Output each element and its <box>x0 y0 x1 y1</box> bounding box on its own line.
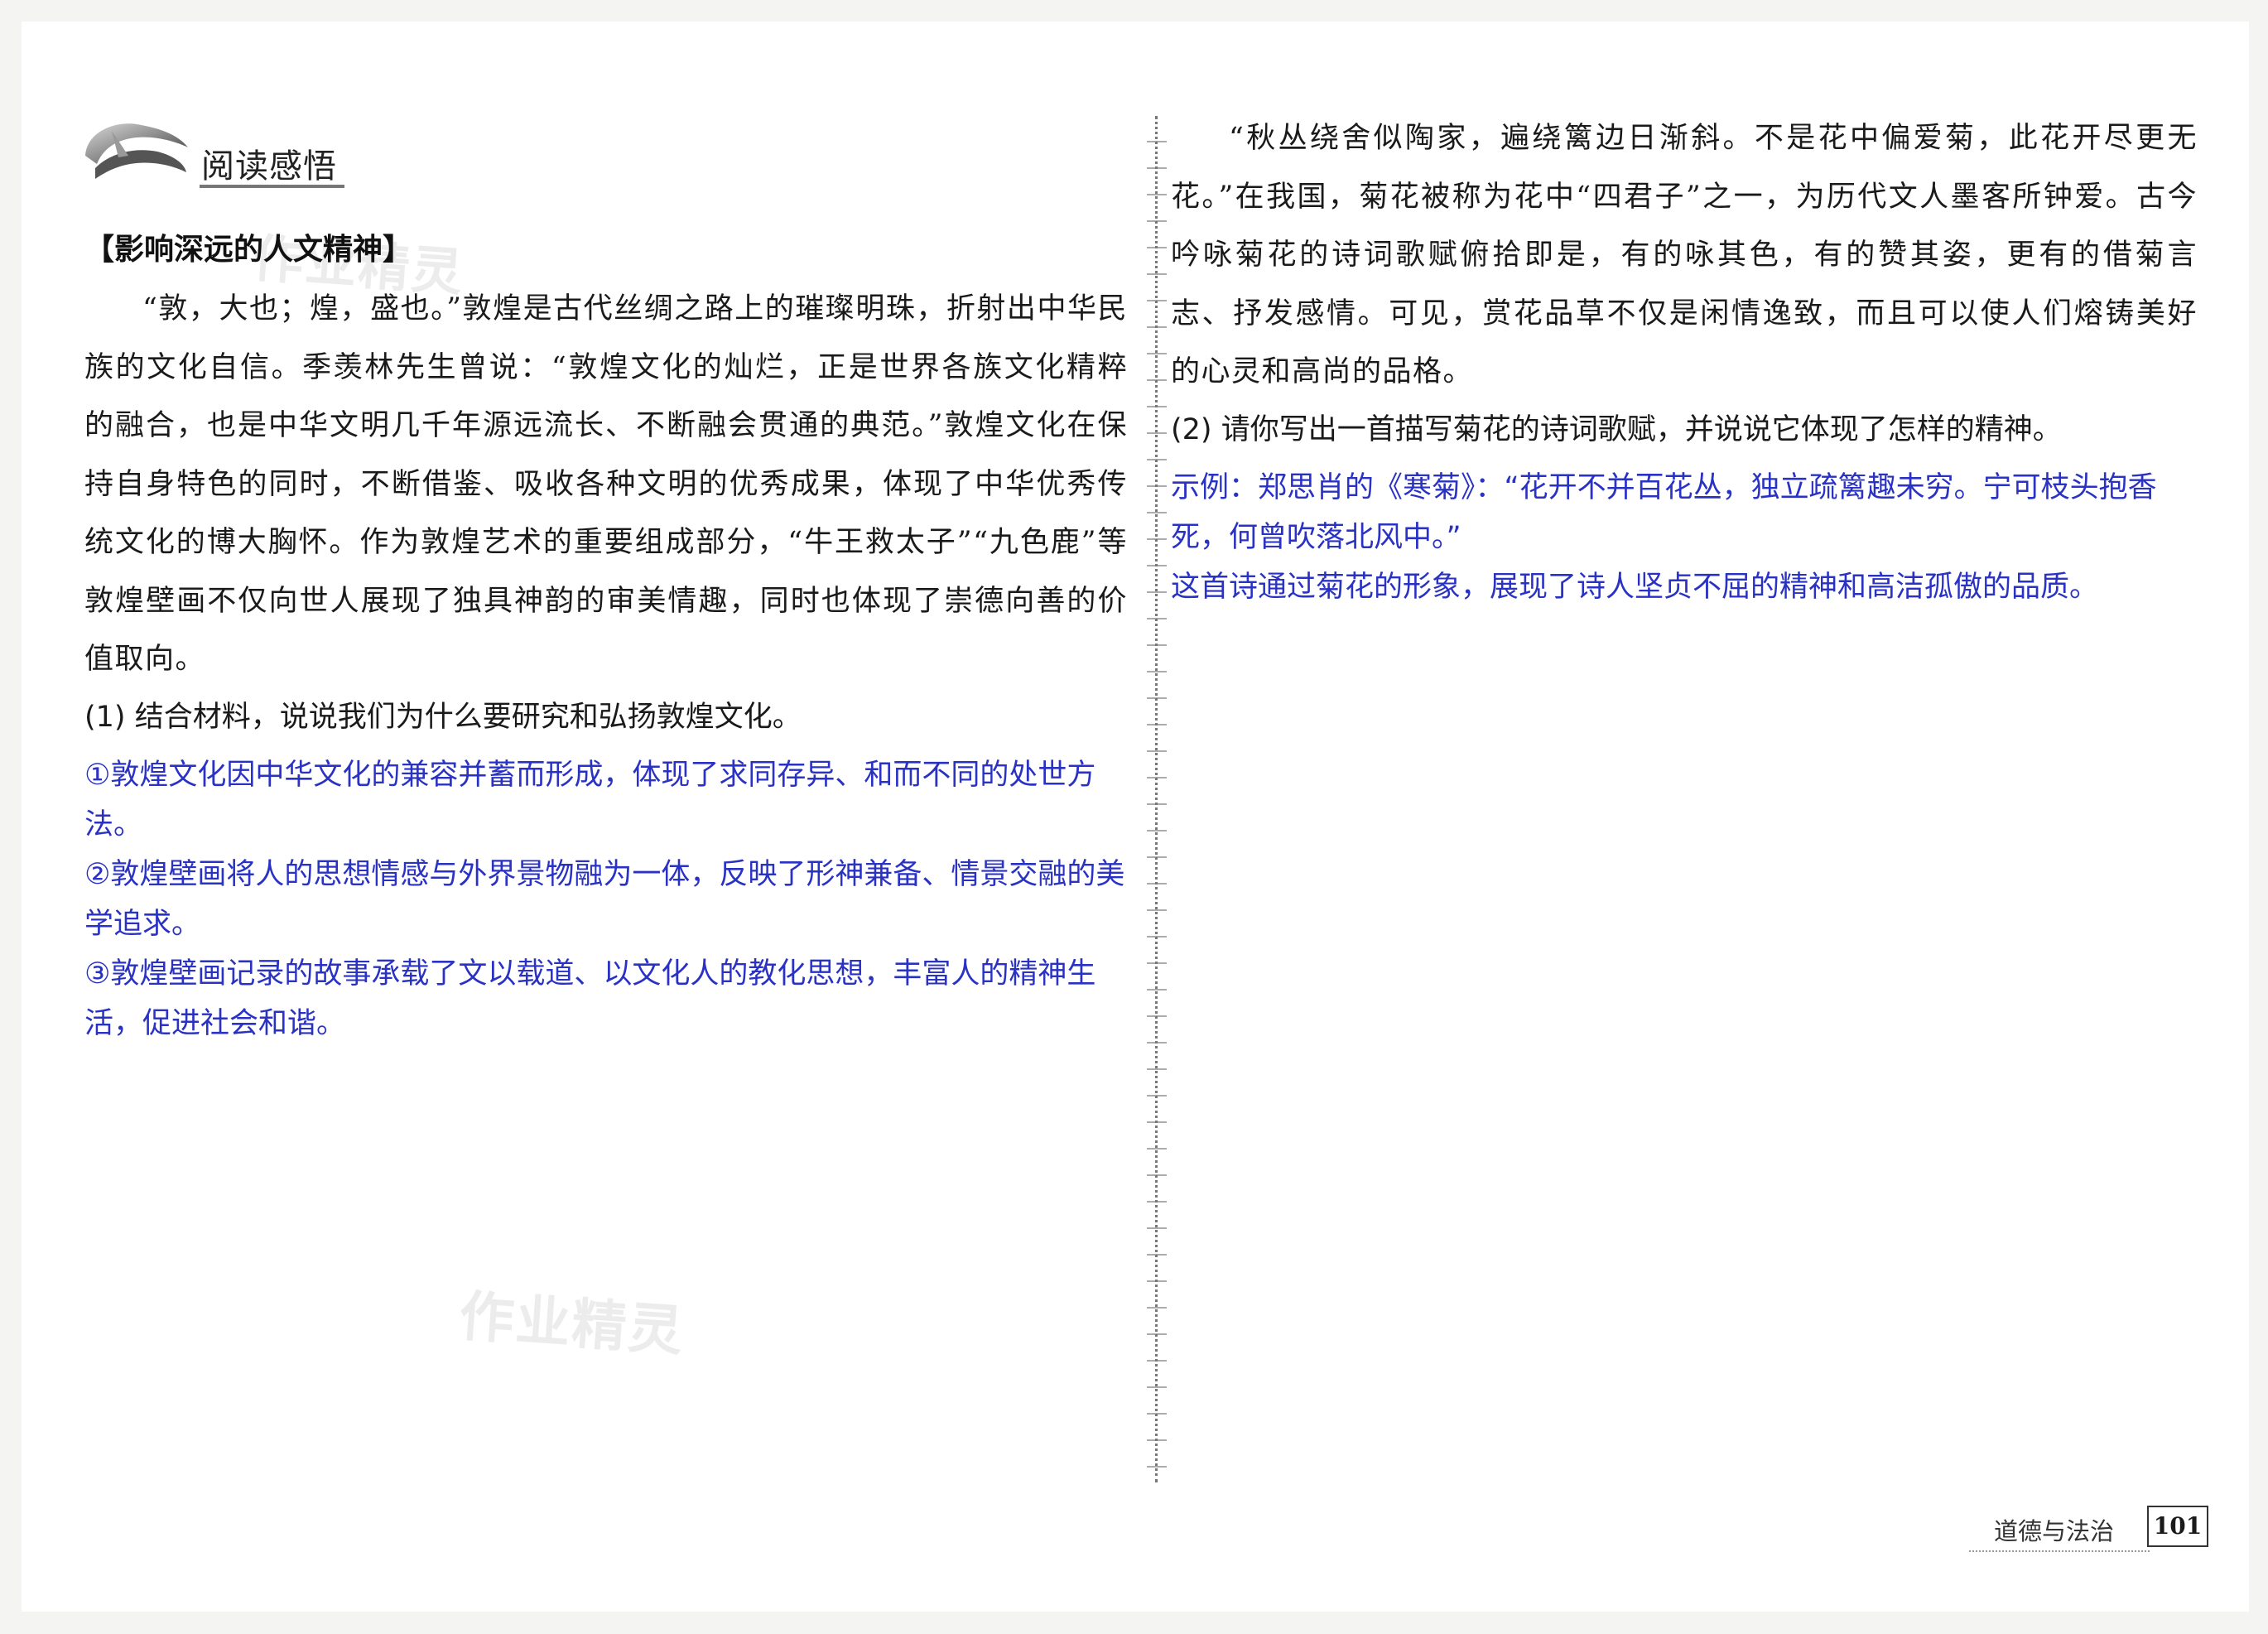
chrysanthemum-passage: “秋丛绕舍似陶家，遍绕篱边日渐斜。不是花中偏爱菊，此花开尽更无花。”在我国，菊花… <box>1171 122 2198 388</box>
subject-label: 道德与法治 <box>1994 1517 2115 1545</box>
section-header: 阅读感悟 <box>79 106 377 197</box>
left-column: 【影响深远的人文精神】 “敦，大也；煌，盛也。”敦煌是古代丝绸之路上的璀璨明珠，… <box>84 225 1128 1048</box>
page-footer: 道德与法治 101 <box>1969 1506 2217 1555</box>
title-underline <box>200 185 344 188</box>
reading-logo-icon <box>85 123 188 179</box>
section-title: 阅读感悟 <box>201 147 337 186</box>
question-1: (1) 结合材料，说说我们为什么要研究和弘扬敦煌文化。 <box>84 700 802 734</box>
answer-1-point-1: ①敦煌文化因中华文化的兼容并蓄而形成，体现了求同存异、和而不同的处世方法。 <box>84 758 1096 841</box>
question-2: (2) 请你写出一首描写菊花的诗词歌赋，并说说它体现了怎样的精神。 <box>1171 412 2062 446</box>
answer-2-example: 示例：郑思肖的《寒菊》：“花开不并百花丛，独立疏篱趣未穷。宁可枝头抱香死，何曾吹… <box>1171 470 2157 554</box>
column-divider <box>1155 116 1159 1482</box>
page-number: 101 <box>2147 1506 2208 1547</box>
answer-1-point-3: ③敦煌壁画记录的故事承载了文以载道、以文化人的教化思想，丰富人的精神生活，促进社… <box>84 957 1096 1040</box>
footer-rule <box>1969 1550 2150 1552</box>
answer-2-explanation: 这首诗通过菊花的形象，展现了诗人坚贞不屈的精神和高洁孤傲的品质。 <box>1171 570 2099 604</box>
right-column: “秋丛绕舍似陶家，遍绕篱边日渐斜。不是花中偏爱菊，此花开尽更无花。”在我国，菊花… <box>1171 109 2198 612</box>
dunhuang-passage: “敦，大也；煌，盛也。”敦煌是古代丝绸之路上的璀璨明珠，折射出中华民族的文化自信… <box>84 292 1128 676</box>
answer-1-point-2: ②敦煌壁画将人的思想情感与外界景物融为一体，反映了形神兼备、情景交融的美学追求。 <box>84 857 1125 941</box>
watermark: 作业精灵 <box>457 1284 686 1364</box>
passage-subheading: 【影响深远的人文精神】 <box>84 233 413 267</box>
